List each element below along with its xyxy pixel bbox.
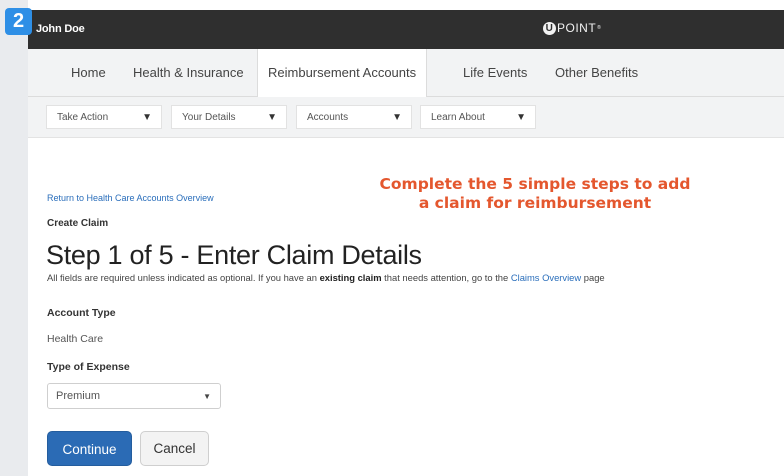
expense-type-selected-value: Premium bbox=[56, 390, 101, 402]
take-action-label: Take Action bbox=[57, 111, 109, 123]
account-type-label: Account Type bbox=[47, 307, 116, 319]
instruction-callout-line1: Complete the 5 simple steps to add bbox=[379, 175, 691, 193]
instructions-emphasis: existing claim bbox=[319, 272, 382, 283]
learn-about-label: Learn About bbox=[431, 111, 485, 123]
brand-logo: U POINT ® bbox=[543, 21, 601, 35]
top-bar: John Doe U POINT ® bbox=[28, 10, 784, 49]
accounts-menu[interactable]: Accounts ▼ bbox=[296, 105, 412, 129]
instructions-text-2: that needs attention, go to the bbox=[381, 272, 511, 283]
continue-button[interactable]: Continue bbox=[47, 431, 132, 466]
form-instructions: All fields are required unless indicated… bbox=[47, 272, 605, 283]
brand-trademark: ® bbox=[597, 25, 602, 31]
tab-health-insurance[interactable]: Health & Insurance bbox=[133, 49, 244, 96]
instructions-text-3: page bbox=[581, 272, 605, 283]
instruction-callout-line2: a claim for reimbursement bbox=[418, 194, 652, 212]
chevron-down-icon: ▼ bbox=[516, 111, 526, 123]
brand-mark-icon: U bbox=[543, 21, 556, 35]
return-to-overview-link[interactable]: Return to Health Care Accounts Overview bbox=[47, 193, 214, 203]
chevron-down-icon: ▼ bbox=[203, 391, 211, 401]
brand-text: POINT bbox=[557, 21, 597, 35]
your-details-menu[interactable]: Your Details ▼ bbox=[171, 105, 287, 129]
accounts-label: Accounts bbox=[307, 111, 349, 123]
tab-reimbursement-accounts[interactable]: Reimbursement Accounts bbox=[257, 49, 428, 97]
chevron-down-icon: ▼ bbox=[267, 111, 277, 123]
page-title: Step 1 of 5 - Enter Claim Details bbox=[46, 240, 422, 270]
section-label: Create Claim bbox=[47, 218, 109, 229]
user-name[interactable]: John Doe bbox=[36, 23, 85, 35]
claims-overview-link[interactable]: Claims Overview bbox=[511, 272, 581, 283]
chevron-down-icon: ▼ bbox=[142, 111, 152, 123]
tab-life-events[interactable]: Life Events bbox=[463, 49, 527, 96]
instruction-callout: Complete the 5 simple steps to add a cla… bbox=[340, 175, 730, 213]
tab-other-benefits[interactable]: Other Benefits bbox=[555, 49, 638, 96]
chevron-down-icon: ▼ bbox=[392, 111, 402, 123]
tab-home[interactable]: Home bbox=[71, 49, 106, 96]
learn-about-menu[interactable]: Learn About ▼ bbox=[420, 105, 536, 129]
sub-nav: Take Action ▼ Your Details ▼ Accounts ▼ … bbox=[28, 97, 784, 138]
left-rail bbox=[0, 0, 28, 476]
your-details-label: Your Details bbox=[182, 111, 236, 123]
cancel-button[interactable]: Cancel bbox=[140, 431, 209, 466]
account-type-value: Health Care bbox=[47, 333, 104, 345]
expense-type-select[interactable]: Premium ▼ bbox=[47, 383, 221, 409]
expense-type-label: Type of Expense bbox=[47, 361, 130, 373]
step-number-badge: 2 bbox=[5, 8, 32, 35]
main-nav: Home Health & Insurance Reimbursement Ac… bbox=[28, 49, 784, 97]
instructions-text-1: All fields are required unless indicated… bbox=[47, 272, 320, 283]
take-action-menu[interactable]: Take Action ▼ bbox=[46, 105, 162, 129]
